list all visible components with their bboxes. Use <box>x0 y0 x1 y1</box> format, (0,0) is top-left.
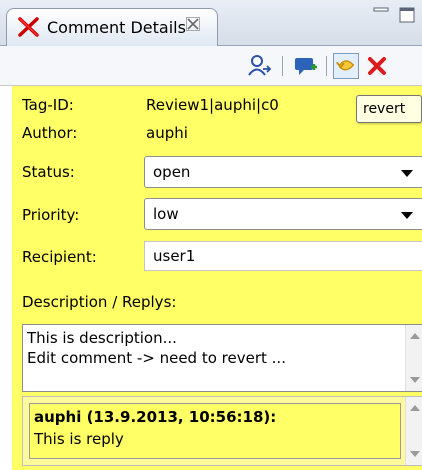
maximize-icon[interactable] <box>398 6 416 24</box>
add-reply-icon[interactable] <box>292 53 318 79</box>
status-selected-value: open <box>153 163 191 181</box>
description-textarea[interactable]: This is description... Edit comment -> n… <box>22 324 422 392</box>
description-text: This is description... Edit comment -> n… <box>27 329 286 367</box>
description-label: Description / Replys: <box>22 293 177 311</box>
chevron-down-icon <box>401 212 413 219</box>
recipient-field[interactable]: user1 <box>144 241 422 271</box>
author-value: auphi <box>146 124 188 142</box>
scroll-up-icon[interactable] <box>410 333 420 339</box>
description-scrollbar[interactable] <box>405 325 422 391</box>
replies-list: auphi (13.9.2013, 10:56:18): This is rep… <box>22 396 422 466</box>
reply-item[interactable]: auphi (13.9.2013, 10:56:18): This is rep… <box>29 403 401 459</box>
tab-title: Comment Details <box>47 18 186 37</box>
priority-selected-value: low <box>153 205 179 223</box>
tab-comment-details[interactable]: Comment Details <box>6 8 218 46</box>
scroll-up-icon[interactable] <box>410 405 420 411</box>
toolbar-separator <box>326 56 327 76</box>
recipient-label: Recipient: <box>22 248 97 266</box>
reply-header: auphi (13.9.2013, 10:56:18): <box>34 408 277 426</box>
tag-id-value: Review1|auphi|c0 <box>146 96 279 114</box>
comment-details-panel: Tag-ID: Review1|auphi|c0 Author: auphi S… <box>12 86 422 470</box>
delete-icon[interactable] <box>364 53 390 79</box>
minimize-icon[interactable] <box>372 6 390 20</box>
tag-id-label: Tag-ID: <box>22 96 74 114</box>
author-label: Author: <box>22 124 78 142</box>
scroll-down-icon[interactable] <box>410 451 420 457</box>
status-label: Status: <box>22 163 75 181</box>
chevron-down-icon <box>401 170 413 177</box>
assign-user-icon[interactable] <box>246 53 272 79</box>
toolbar-separator <box>282 56 283 76</box>
priority-label: Priority: <box>22 206 80 224</box>
reply-body: This is reply <box>34 430 124 448</box>
revert-tooltip: revert <box>356 95 422 123</box>
view-tab-bar: Comment Details <box>0 0 422 46</box>
status-dropdown[interactable]: open <box>144 156 422 188</box>
revert-icon[interactable] <box>333 53 359 79</box>
recipient-value: user1 <box>153 247 196 265</box>
scroll-down-icon[interactable] <box>410 377 420 383</box>
replies-scrollbar[interactable] <box>405 397 422 465</box>
comment-details-icon <box>18 17 39 37</box>
priority-dropdown[interactable]: low <box>144 198 422 230</box>
close-tab-icon[interactable] <box>185 16 201 32</box>
toolbar <box>0 46 422 86</box>
